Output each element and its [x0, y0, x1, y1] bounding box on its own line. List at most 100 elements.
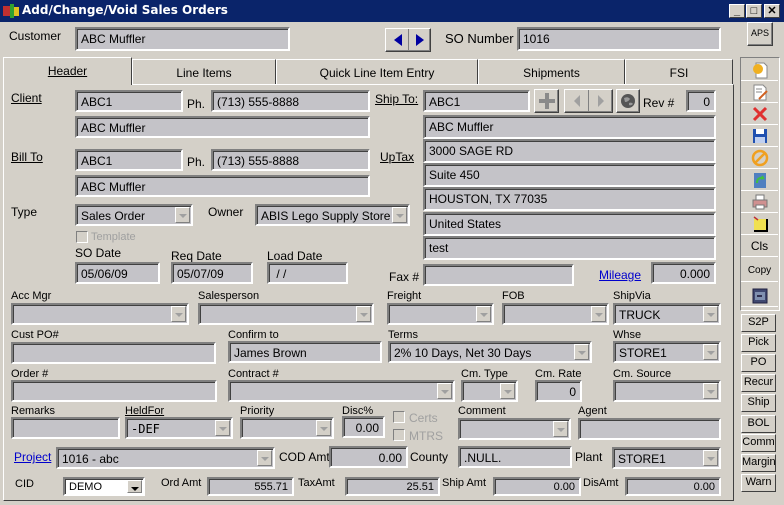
ship-button[interactable]: Ship: [741, 394, 776, 412]
county-field[interactable]: .NULL.: [458, 446, 572, 468]
delete-button[interactable]: [741, 103, 778, 125]
client-name-field[interactable]: ABC Muffler: [75, 116, 370, 138]
warn-button[interactable]: Warn: [741, 474, 776, 492]
chevron-down-icon[interactable]: [703, 450, 718, 466]
chevron-down-icon[interactable]: [574, 344, 589, 360]
project-select[interactable]: 1016 - abc: [56, 447, 275, 469]
cm-rate-field[interactable]: 0: [535, 380, 582, 402]
type-select[interactable]: Sales Order: [75, 204, 193, 226]
client-link[interactable]: Client: [11, 91, 42, 105]
so-number-field[interactable]: 1016: [517, 27, 721, 51]
refresh-button[interactable]: [741, 169, 778, 191]
chevron-down-icon[interactable]: [703, 344, 718, 360]
mtrs-checkbox[interactable]: [393, 429, 405, 441]
ord-amt-field[interactable]: 555.71: [207, 477, 294, 496]
chevron-down-icon[interactable]: [316, 420, 331, 436]
template-checkbox[interactable]: [76, 231, 88, 243]
tab-quick-line-item-entry[interactable]: Quick Line Item Entry: [276, 59, 478, 85]
margin-button[interactable]: Margin: [741, 454, 776, 472]
fob-select[interactable]: [502, 303, 609, 325]
chevron-down-icon[interactable]: [127, 480, 142, 493]
customer-field[interactable]: ABC Muffler: [75, 27, 290, 51]
heldfor-link[interactable]: HeldFor: [125, 405, 164, 417]
salesperson-select[interactable]: [198, 303, 374, 325]
recur-button[interactable]: Recur: [741, 374, 776, 392]
safe-button[interactable]: [741, 285, 778, 307]
comment-select[interactable]: [458, 418, 571, 440]
uptax-link[interactable]: UpTax: [380, 150, 414, 164]
mileage-field[interactable]: 0.000: [651, 262, 716, 284]
agent-field[interactable]: [578, 418, 721, 440]
next-record-icon[interactable]: [414, 34, 426, 46]
plant-select[interactable]: STORE1: [612, 447, 721, 469]
chevron-down-icon[interactable]: [591, 306, 606, 322]
billto-name-field[interactable]: ABC Muffler: [75, 175, 370, 197]
tab-shipments[interactable]: Shipments: [478, 59, 625, 85]
prev-shipto-icon[interactable]: [571, 95, 583, 107]
note-button[interactable]: [741, 213, 778, 235]
disc-field[interactable]: 0.00: [342, 416, 385, 438]
add-shipto-button[interactable]: [534, 89, 559, 113]
cid-select[interactable]: DEMO: [63, 477, 145, 496]
aps-button[interactable]: APS: [747, 22, 773, 46]
chevron-down-icon[interactable]: [703, 306, 718, 322]
fax-field[interactable]: [423, 264, 574, 286]
shipto-line-4[interactable]: HOUSTON, TX 77035: [423, 187, 716, 211]
req-date-field[interactable]: 05/07/09: [171, 262, 253, 284]
shipto-line-6[interactable]: test: [423, 236, 716, 260]
acc-mgr-select[interactable]: [11, 303, 189, 325]
ship-amt-field[interactable]: 0.00: [493, 477, 581, 496]
dis-amt-field[interactable]: 0.00: [625, 477, 721, 496]
tab-fsi[interactable]: FSI: [625, 59, 733, 85]
save-button[interactable]: [741, 125, 778, 147]
globe-button[interactable]: [616, 89, 640, 113]
contract-select[interactable]: [228, 380, 455, 402]
tab-line-items[interactable]: Line Items: [132, 59, 276, 85]
cm-type-select[interactable]: [461, 380, 518, 402]
copy-button[interactable]: Copy: [741, 260, 778, 282]
confirm-to-field[interactable]: James Brown: [228, 341, 382, 363]
bol-button[interactable]: BOL: [741, 415, 776, 433]
maximize-button[interactable]: □: [746, 4, 762, 18]
client-phone-field[interactable]: (713) 555-8888: [211, 90, 370, 112]
load-date-field[interactable]: / /: [267, 262, 348, 284]
print-button[interactable]: [741, 191, 778, 213]
cm-source-select[interactable]: [613, 380, 721, 402]
mileage-link[interactable]: Mileage: [599, 268, 641, 282]
minimize-button[interactable]: _: [729, 4, 745, 18]
rev-field[interactable]: 0: [686, 90, 716, 112]
cust-po-field[interactable]: [11, 342, 216, 364]
shipto-line-2[interactable]: 3000 SAGE RD: [423, 139, 716, 163]
chevron-down-icon[interactable]: [553, 421, 568, 437]
billto-code-field[interactable]: ABC1: [75, 149, 183, 171]
chevron-down-icon[interactable]: [703, 383, 718, 399]
prev-record-icon[interactable]: [392, 34, 404, 46]
client-code-field[interactable]: ABC1: [75, 90, 183, 112]
shipvia-select[interactable]: TRUCK: [613, 303, 721, 325]
chevron-down-icon[interactable]: [175, 207, 190, 223]
chevron-down-icon[interactable]: [392, 207, 407, 223]
shipto-line-3[interactable]: Suite 450: [423, 163, 716, 187]
next-shipto-icon[interactable]: [595, 95, 607, 107]
bill-to-link[interactable]: Bill To: [11, 150, 43, 164]
order-field[interactable]: [11, 380, 217, 402]
shipto-line-5[interactable]: United States: [423, 212, 716, 236]
heldfor-select[interactable]: -DEF: [125, 417, 233, 439]
new-button[interactable]: [741, 59, 778, 81]
shipto-code-field[interactable]: ABC1: [423, 90, 530, 112]
certs-checkbox[interactable]: [393, 411, 405, 423]
chevron-down-icon[interactable]: [356, 306, 371, 322]
owner-select[interactable]: ABIS Lego Supply Store: [255, 204, 410, 226]
edit-button[interactable]: [741, 81, 778, 103]
terms-select[interactable]: 2% 10 Days, Net 30 Days: [388, 341, 592, 363]
billto-phone-field[interactable]: (713) 555-8888: [211, 149, 370, 171]
ship-to-link[interactable]: Ship To:: [375, 92, 418, 106]
s2p-button[interactable]: S2P: [741, 314, 776, 332]
chevron-down-icon[interactable]: [500, 383, 515, 399]
chevron-down-icon[interactable]: [257, 450, 272, 466]
chevron-down-icon[interactable]: [215, 420, 230, 436]
remarks-field[interactable]: [11, 417, 120, 439]
so-date-field[interactable]: 05/06/09: [75, 262, 160, 284]
tax-amt-field[interactable]: 25.51: [345, 477, 440, 496]
cls-button[interactable]: Cls: [741, 235, 778, 257]
